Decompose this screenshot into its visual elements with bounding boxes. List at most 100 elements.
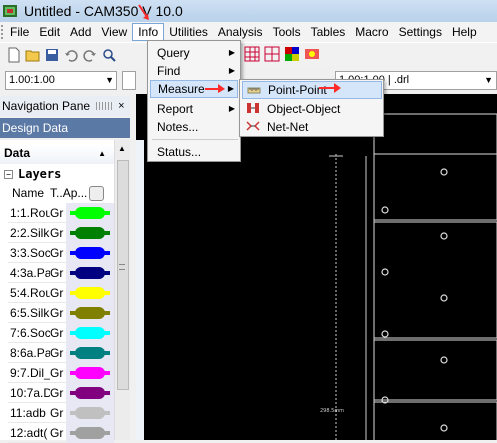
menu-edit[interactable]: Edit — [34, 23, 65, 41]
chevron-down-icon[interactable]: ▼ — [105, 75, 114, 85]
menu-tables[interactable]: Tables — [306, 23, 351, 41]
collapse-minus-icon[interactable]: − — [4, 170, 13, 179]
layer-row[interactable]: 4:3a.Pa Gr — [8, 262, 114, 283]
menu-file[interactable]: File — [5, 23, 34, 41]
menu-help[interactable]: Help — [447, 23, 482, 41]
menu-info[interactable]: Info — [132, 23, 165, 41]
layer-color-swatch[interactable] — [70, 206, 110, 219]
layer-appearance-cell[interactable] — [66, 202, 114, 223]
layers-tree-node[interactable]: − Layers — [4, 167, 61, 181]
scroll-up-icon[interactable]: ▲ — [118, 144, 126, 153]
layer-color-swatch[interactable] — [70, 346, 110, 359]
menu-item-label: Find — [157, 64, 181, 78]
layer-row[interactable]: 2:2.Silk Gr — [8, 222, 114, 243]
layer-type: Gr — [50, 305, 64, 320]
menu-item-find[interactable]: Find ▶ — [150, 62, 238, 80]
layer-row[interactable]: 12:adt(Gr — [8, 422, 114, 443]
zoom-window-icon[interactable] — [101, 47, 117, 63]
pin-icon[interactable] — [96, 102, 113, 110]
save-icon[interactable] — [44, 47, 60, 63]
layer-row[interactable]: 1:1.Rou Gr — [8, 202, 114, 223]
navigation-pane-header: Navigation Pane × — [0, 96, 132, 116]
chevron-down-icon[interactable]: ▼ — [484, 75, 493, 85]
collapse-caret-icon[interactable]: ▲ — [98, 149, 106, 158]
menu-utilities[interactable]: Utilities — [164, 23, 213, 41]
menu-item-label: Notes... — [157, 120, 199, 134]
scale-value: 1.00:1.00 — [9, 74, 55, 86]
annotation-arrow-icon — [138, 4, 149, 20]
undo-icon[interactable] — [63, 47, 79, 63]
menu-view[interactable]: View — [96, 23, 132, 41]
menu-settings[interactable]: Settings — [394, 23, 447, 41]
submenu-arrow-icon: ▶ — [228, 66, 235, 75]
annotation-arrow-icon — [319, 83, 341, 93]
menu-tools[interactable]: Tools — [268, 23, 306, 41]
layer-color-swatch[interactable] — [70, 366, 110, 379]
layer-name: 11:adb — [8, 405, 50, 420]
layer-appearance-cell[interactable] — [66, 382, 114, 403]
column-type[interactable]: T.. — [50, 186, 63, 200]
layer-color-swatch[interactable] — [70, 266, 110, 279]
layer-appearance-cell[interactable] — [66, 322, 114, 343]
layer-name: 10:7a.D — [8, 385, 50, 400]
layer-appearance-cell[interactable] — [66, 342, 114, 363]
layer-color-swatch[interactable] — [70, 406, 110, 419]
layer-appearance-cell[interactable] — [66, 282, 114, 303]
layer-row[interactable]: 10:7a.D Gr — [8, 382, 114, 403]
layer-row[interactable]: 5:4.Rou Gr — [8, 282, 114, 303]
scale-combo[interactable]: 1.00:1.00 ▼ — [5, 71, 117, 90]
layer-settings-icon[interactable] — [89, 185, 105, 201]
submenu-item-point-point[interactable]: Point-Point — [242, 81, 382, 99]
new-file-icon[interactable] — [6, 47, 22, 63]
layer-appearance-cell[interactable] — [66, 302, 114, 323]
redo-icon[interactable] — [82, 47, 98, 63]
menu-analysis[interactable]: Analysis — [213, 23, 268, 41]
menu-add[interactable]: Add — [65, 23, 96, 41]
layer-color-swatch[interactable] — [70, 426, 110, 439]
close-icon[interactable]: × — [118, 100, 124, 112]
menu-item-status[interactable]: Status... — [150, 143, 238, 161]
layer-color-swatch[interactable] — [70, 306, 110, 319]
layer-appearance-cell[interactable] — [66, 262, 114, 283]
layer-row[interactable]: 7:6.Soc Gr — [8, 322, 114, 343]
layer-color-swatch[interactable] — [70, 386, 110, 399]
layer-appearance-cell[interactable] — [66, 242, 114, 263]
grid-icon[interactable] — [244, 46, 260, 62]
menu-macro[interactable]: Macro — [350, 23, 393, 41]
submenu-arrow-icon: ▶ — [228, 48, 235, 57]
layer-color-swatch[interactable] — [70, 226, 110, 239]
layer-color-swatch[interactable] — [70, 326, 110, 339]
scroll-thumb[interactable] — [117, 160, 129, 390]
submenu-item-object-object[interactable]: Object-Object — [242, 100, 382, 118]
layers-color-icon[interactable] — [284, 46, 300, 62]
column-appearance[interactable]: Ap... — [63, 186, 88, 200]
open-folder-icon[interactable] — [25, 47, 41, 63]
submenu-item-net-net[interactable]: Net-Net — [242, 118, 382, 136]
layer-row[interactable]: 11:adb Gr — [8, 402, 114, 423]
layer-row[interactable]: 3:3.Soc Gr — [8, 242, 114, 263]
menu-item-notes[interactable]: Notes... — [150, 118, 238, 136]
menu-item-label: Query — [157, 46, 190, 60]
layer-appearance-cell[interactable] — [66, 362, 114, 383]
cam350-app-icon — [3, 5, 17, 17]
measure-submenu: Point-Point Object-Object Net-Net — [239, 79, 384, 137]
layer-appearance-cell[interactable] — [66, 222, 114, 243]
layer-row[interactable]: 8:6a.Pa Gr — [8, 342, 114, 363]
layer-color-swatch[interactable] — [70, 286, 110, 299]
layer-appearance-cell[interactable] — [66, 402, 114, 423]
layer-row[interactable]: 9:7.Dil_ Gr — [8, 362, 114, 383]
menu-item-label: Status... — [157, 145, 202, 159]
canvas-left-margin — [136, 140, 144, 440]
palette-icon[interactable] — [304, 46, 320, 62]
grid-snap-icon[interactable] — [264, 46, 280, 62]
layer-color-swatch[interactable] — [70, 246, 110, 259]
column-name[interactable]: Name — [12, 186, 44, 200]
layer-row[interactable]: 6:5.Silk Gr — [8, 302, 114, 323]
vertical-scrollbar[interactable]: ▲ — [114, 140, 130, 440]
menu-item-report[interactable]: Report ▶ — [150, 100, 238, 118]
menu-item-query[interactable]: Query ▶ — [150, 44, 238, 62]
layer-name: 9:7.Dil_ — [8, 365, 50, 380]
data-section-header[interactable]: Data ▲ — [0, 146, 114, 164]
view-toggle-box[interactable] — [122, 71, 136, 90]
layer-name: 5:4.Rou — [8, 285, 50, 300]
